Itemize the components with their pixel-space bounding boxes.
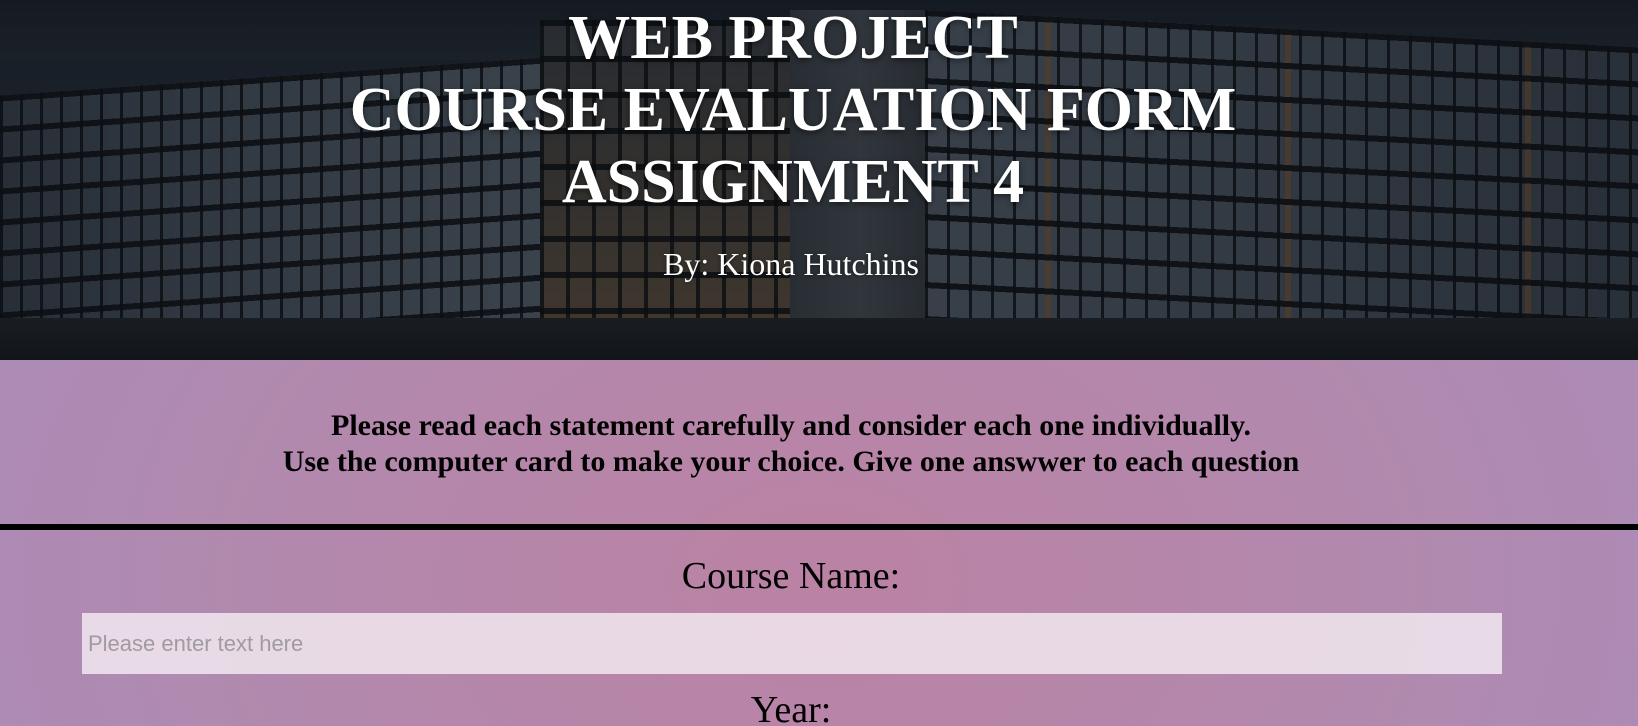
year-label: Year: <box>750 689 832 726</box>
title-line-3: ASSIGNMENT 4 <box>561 148 1025 216</box>
course-name-label: Course Name: <box>681 555 901 597</box>
page-title: WEB PROJECT COURSE EVALUATION FORM ASSIG… <box>0 2 1586 218</box>
instructions-line-1: Please read each statement carefully and… <box>331 409 1251 442</box>
section-divider <box>0 524 1638 530</box>
title-line-1: WEB PROJECT <box>568 4 1018 72</box>
instructions: Please read each statement carefully and… <box>0 408 1582 480</box>
course-name-input[interactable] <box>82 613 1502 674</box>
header-banner: WEB PROJECT COURSE EVALUATION FORM ASSIG… <box>0 0 1638 360</box>
author-byline: By: Kiona Hutchins <box>663 246 919 282</box>
instructions-line-2: Use the computer card to make your choic… <box>282 445 1300 478</box>
title-line-2: COURSE EVALUATION FORM <box>349 76 1237 144</box>
page: WEB PROJECT COURSE EVALUATION FORM ASSIG… <box>0 0 1638 726</box>
